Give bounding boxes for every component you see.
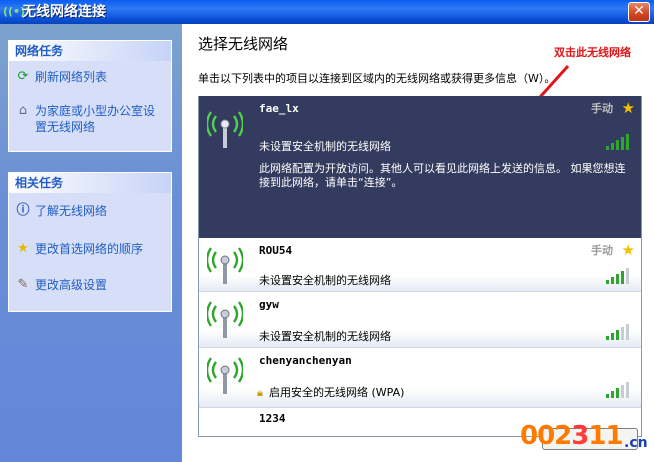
change-advanced-settings-label: 更改高级设置 xyxy=(35,278,108,292)
preferred-star-icon: ★ xyxy=(621,99,635,117)
network-tasks-header[interactable]: 网络任务 xyxy=(9,41,171,61)
signal-bar xyxy=(616,274,619,284)
signal-bar xyxy=(606,394,609,398)
signal-bar xyxy=(606,280,609,284)
signal-strength-icon xyxy=(606,134,629,150)
signal-bar xyxy=(611,391,614,398)
wireless-antenna-icon xyxy=(207,301,243,338)
security-status: 未设置安全机制的无线网络 xyxy=(259,330,391,343)
network-item-rou54[interactable]: ROU54 手动 ★ 未设置安全机制的无线网络 xyxy=(199,238,641,292)
network-info-text: 此网络配置为开放访问。其他人可以看见此网络上发送的信息。 如果您想连接到此网络，… xyxy=(259,162,626,189)
signal-bar xyxy=(611,277,614,284)
network-list[interactable]: fae_lx 手动 ★ 未设置安全机制的无线网络 此网络配置为开放访问。其他人可… xyxy=(198,96,642,437)
info-icon: ⓘ xyxy=(16,203,30,218)
main-pane: 选择无线网络 双击此无线网络 单击以下列表中的项目以连接到区域内的无线网络或获得… xyxy=(182,24,654,462)
signal-bar xyxy=(621,327,624,340)
signal-bar xyxy=(621,271,624,284)
page-title: 选择无线网络 xyxy=(198,35,289,53)
signal-strength-icon xyxy=(606,324,629,340)
watermark-suffix: .cn xyxy=(624,435,648,451)
connection-mode: 手动 xyxy=(591,102,613,115)
star-icon: ★ xyxy=(17,241,29,256)
watermark-digits: 002311 xyxy=(520,421,624,451)
network-item-fae-lx[interactable]: fae_lx 手动 ★ 未设置安全机制的无线网络 此网络配置为开放访问。其他人可… xyxy=(199,96,641,238)
signal-bar xyxy=(611,333,614,340)
signal-bar xyxy=(626,268,629,284)
wireless-antenna-icon xyxy=(207,111,243,148)
related-tasks-header[interactable]: 相关任务 xyxy=(9,173,171,193)
network-item-chenyanchenyan[interactable]: chenyanchenyan 🔒︎ 启用安全的无线网络 (WPA) xyxy=(199,348,641,408)
task-pane: 网络任务 ⟳ 刷新网络列表 ⌂ 为家庭或小型办公室设置无线网络 相关任务 ⓘ 了… xyxy=(0,24,182,462)
site-watermark: 002311 .cn xyxy=(520,420,650,456)
network-name: chenyanchenyan xyxy=(259,354,352,367)
signal-bar xyxy=(621,137,624,150)
wireless-connection-icon: ((•)) xyxy=(3,5,31,18)
connection-mode: 手动 xyxy=(591,244,613,257)
lock-icon: 🔒︎ xyxy=(257,386,263,399)
signal-bar xyxy=(611,143,614,150)
change-preferred-order-label: 更改首选网络的顺序 xyxy=(35,242,144,256)
instructions-text: 单击以下列表中的项目以连接到区域内的无线网络或获得更多信息（W）。 xyxy=(198,72,556,85)
network-item-gyw[interactable]: gyw 未设置安全机制的无线网络 xyxy=(199,292,641,348)
signal-bar xyxy=(616,388,619,398)
annotation-text: 双击此无线网络 xyxy=(554,46,631,59)
signal-bar xyxy=(616,140,619,150)
signal-bar xyxy=(626,382,629,398)
signal-bar xyxy=(626,134,629,150)
close-button[interactable]: ✕ xyxy=(628,2,650,22)
security-status: 启用安全的无线网络 (WPA) xyxy=(269,386,405,399)
tools-icon: ✎ xyxy=(17,277,29,292)
network-tasks-group: 网络任务 ⟳ 刷新网络列表 ⌂ 为家庭或小型办公室设置无线网络 xyxy=(8,40,172,152)
network-name: gyw xyxy=(259,298,279,311)
wireless-setup-icon: ⌂ xyxy=(18,103,28,118)
signal-bar xyxy=(606,146,609,150)
signal-strength-icon xyxy=(606,268,629,284)
signal-bar xyxy=(606,336,609,340)
network-name: 1234 xyxy=(259,412,286,425)
wireless-antenna-icon xyxy=(207,357,243,394)
signal-bar xyxy=(626,324,629,340)
refresh-network-list-label: 刷新网络列表 xyxy=(35,70,108,84)
network-name: ROU54 xyxy=(259,244,293,257)
wireless-antenna-icon xyxy=(207,247,243,284)
security-status: 未设置安全机制的无线网络 xyxy=(259,140,391,153)
refresh-icon: ⟳ xyxy=(17,69,29,84)
signal-bar xyxy=(621,385,624,398)
window-title: 无线网络连接 xyxy=(22,4,106,20)
network-name: fae_lx xyxy=(259,102,299,115)
signal-bar xyxy=(616,330,619,340)
related-tasks-group: 相关任务 ⓘ 了解无线网络 ★ 更改首选网络的顺序 ✎ 更改高级设置 xyxy=(8,172,172,312)
security-status: 未设置安全机制的无线网络 xyxy=(259,274,391,287)
signal-strength-icon xyxy=(606,382,629,398)
setup-wireless-network-label: 为家庭或小型办公室设置无线网络 xyxy=(35,104,156,134)
preferred-star-icon: ★ xyxy=(621,241,635,259)
title-bar: ((•)) 无线网络连接 ✕ xyxy=(0,0,654,24)
learn-wireless-label: 了解无线网络 xyxy=(35,204,108,218)
security-status-row: 🔒︎ 启用安全的无线网络 (WPA) xyxy=(257,386,404,400)
